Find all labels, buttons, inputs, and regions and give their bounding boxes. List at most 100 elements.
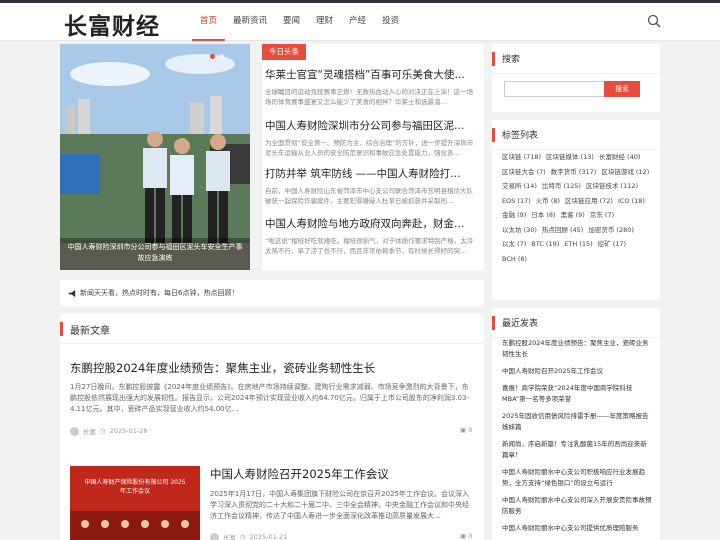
headline-item[interactable]: 中国人寿财险深圳市分公司参与福田区泥… 为全面贯彻“安全第一、预防为主、综合治理… [265,119,477,158]
tag-link[interactable]: 以太 (7) [502,239,526,250]
recent-post-link[interactable]: 中国人寿财险丽水中心支公司深入开展安责险事故预防服务 [502,495,652,517]
article-title[interactable]: 东鹏控股2024年度业绩预告：聚焦主业，瓷砖业务韧性生长 [70,360,375,376]
article-comments[interactable]: ▣ 0 [460,426,472,434]
heading-accent [60,322,63,336]
search-heading: 搜索 [492,44,660,74]
sidebar-recent: 最近发表 东鹏控股2024年度业绩预告：聚焦主业，瓷砖业务韧性生长中国人寿财险召… [492,308,660,540]
latest-articles: 最新文章 东鹏控股2024年度业绩预告：聚焦主业，瓷砖业务韧性生长 1月27日晚… [60,314,484,540]
slider-dot[interactable] [210,54,215,59]
heading-accent [492,316,495,330]
tag-link[interactable]: BCH (8) [502,254,527,265]
search-button[interactable]: 搜索 [604,81,640,97]
search-heading-text: 搜索 [502,55,521,65]
headline-desc: “啦这说”榴梿好吃就难吃，榴梿很损气，对于体质作要求特别严格，太冷太热不行，旱了… [265,237,474,255]
comment-icon: ▣ [460,426,467,434]
tag-link[interactable]: ETH (15) [564,239,592,250]
clock-icon: ◷ [240,533,246,540]
headline-title[interactable]: 华莱士官宣“灵魂搭档”百事可乐美食大使… [265,68,477,82]
recent-post-link[interactable]: 中国人寿财险丽水中心支公司提供优质理赔服务 [502,523,652,534]
headlines-panel: 今日头条 华莱士官宣“灵魂搭档”百事可乐美食大使… 全球瞩目的运动竞技赛事正燃！… [262,44,484,270]
headline-desc: 自前，中国人寿财险山东省菏泽市中心支公司联合菏泽市东明县稽侦大队破获一起保险诈骗… [265,187,473,205]
notice-bar: 新闻天天看，热点时时有，每日6点钟，热点回顾！ [60,280,484,306]
tag-link[interactable]: 区块链游戏 (12) [601,167,649,178]
nav-home[interactable]: 首页 [192,3,226,41]
search-icon[interactable] [647,14,661,28]
avatar [210,532,219,540]
article-desc: 2025年1月17日，中国人寿集团旗下财险公司在京召开2025年工作会议。会议深… [210,490,469,520]
tag-link[interactable]: ICO (18) [618,196,645,207]
recent-post-link[interactable]: 新闻尚，序启新篇！专注乳酸菌15年的吾尚迎来新篇章！ [502,439,652,461]
slider-dot[interactable] [219,54,224,59]
megaphone-icon [68,289,76,298]
headline-item[interactable]: 中国人寿财险与地方政府双向奔赴，财金… “啦这说”榴梿好吃就难吃，榴梿很损气，对… [265,217,477,256]
latest-heading: 最新文章 [60,314,484,344]
featured-slider[interactable]: 中国人寿财险深圳市分公司参与福田区泥头车安全生产事故应急演练 [60,44,250,270]
avatar [70,426,79,436]
tag-link[interactable]: 热点回顾 (45) [542,225,583,236]
recent-heading: 最近发表 [492,308,660,338]
tags-heading: 标签列表 [492,120,660,150]
tag-link[interactable]: 区块链 (718) [502,152,541,163]
tag-link[interactable]: 长富财经 (40) [599,152,640,163]
headline-title[interactable]: 中国人寿财险与地方政府双向奔赴，财金… [265,217,477,231]
thumbnail-caption: 中国人寿财产保险股份有限公司 2025年工作会议 [84,479,186,495]
headline-item[interactable]: 打防并举 筑牢防线 ——中国人寿财险打… 自前，中国人寿财险山东省菏泽市中心支公… [265,167,477,206]
site-header: 长富财经 首页 最新资讯 要闻 理财 产经 投资 [0,3,720,41]
headline-desc: 为全面贯彻“安全第一、预防为主、综合治理”的方针，进一步提升深圳市泥头车运输从业… [265,139,474,157]
headline-title[interactable]: 中国人寿财险深圳市分公司参与福田区泥… [265,119,477,133]
tags-heading-text: 标签列表 [502,131,539,141]
article-desc: 1月27日晚间，东鹏控股披露《2024年度业绩预告》。在房地产市场持续调整、建陶… [70,383,469,413]
sidebar-tags: 标签列表 区块链 (718) 区块链媒体 (13) 长富财经 (40) 区块链大会 (… [492,120,660,300]
nav-latest-news[interactable]: 最新资讯 [225,3,275,41]
article-comment-count: 0 [468,532,473,540]
tag-link[interactable]: 区块链技术 (112) [586,181,638,192]
headline-item[interactable]: 华莱士官宣“灵魂搭档”百事可乐美食大使… 全球瞩目的运动竞技赛事正燃！无数热血动… [265,68,477,107]
tag-link[interactable]: 黑客 (9) [561,210,585,221]
clock-icon: ◷ [100,427,106,435]
nav-top-news[interactable]: 要闻 [275,3,308,41]
nav-finance[interactable]: 理财 [308,3,341,41]
tag-link[interactable]: 金融 (9) [502,210,526,221]
nav-invest[interactable]: 投资 [374,3,407,41]
tag-link[interactable]: 日本 (8) [531,210,555,221]
recent-post-link[interactable]: 中国人寿财险召开2025年工作会议 [502,366,652,377]
tag-cloud: 区块链 (718) 区块链媒体 (13) 长富财经 (40) 区块链大会 (7) 数字货… [502,152,652,264]
search-input[interactable] [504,81,614,97]
slider-photo [60,44,250,270]
headline-desc: 全球瞩目的运动竞技赛事正燃！无数热血动人心的对决正在上演！这一场场的体育赛事盛宴… [265,88,473,106]
tag-link[interactable]: 火币 (8) [536,196,560,207]
recent-post-link[interactable]: 喜报！商学院荣获“2024年度中国商学院科技MBA”第一名等多项荣誉 [502,383,652,405]
article-meta: 长富 ◷ 2025-01-28 [70,426,147,436]
site-logo[interactable]: 长富财经 [64,7,160,41]
recent-post-link[interactable]: 东鹏控股2024年度业绩预告：聚焦主业，瓷砖业务韧性生长 [502,338,652,360]
recent-heading-text: 最近发表 [502,319,539,329]
tag-link[interactable]: 加密货币 (280) [588,225,634,236]
recent-list: 东鹏控股2024年度业绩预告：聚焦主业，瓷砖业务韧性生长中国人寿财险召开2025… [502,338,652,540]
article-comment-count: 0 [468,426,473,434]
article-author[interactable]: 长富 [83,426,96,436]
slider-caption[interactable]: 中国人寿财险深圳市分公司参与福田区泥头车安全生产事故应急演练 [60,238,250,270]
tag-link[interactable]: EOS (17) [502,196,531,207]
article-date: 2025-01-21 [249,533,288,540]
tag-link[interactable]: 交易所 (14) [502,181,537,192]
tag-link[interactable]: 比特币 (125) [542,181,581,192]
tag-link[interactable]: 区块链应用 (72) [565,196,613,207]
recent-post-link[interactable]: 2025年固收信用债风险排雷手册——年度策略报告姊妹篇 [502,411,652,433]
nav-industry[interactable]: 产经 [341,3,374,41]
heading-accent [492,52,495,66]
recent-post-link[interactable]: 中国人寿财险丽水中心支公司积极响应行业发展趋势，全方支持“绿色银口”的设立与运行 [502,467,652,489]
tag-link[interactable]: 数字货币 (317) [551,167,597,178]
article-author[interactable]: 长富 [223,532,236,540]
tag-link[interactable]: 京东 (7) [590,210,614,221]
tag-link[interactable]: 以太坊 (30) [502,225,537,236]
article-title[interactable]: 中国人寿财险召开2025年工作会议 [210,466,389,482]
article-comments[interactable]: ▣ 0 [460,532,472,540]
tag-link[interactable]: BTC (19) [531,239,559,250]
tag-link[interactable]: 区块链大会 (7) [502,167,546,178]
headline-title[interactable]: 打防并举 筑牢防线 ——中国人寿财险打… [265,167,477,181]
tag-link[interactable]: 挖矿 (17) [598,239,626,250]
tag-link[interactable]: 区块链媒体 (13) [546,152,594,163]
article-meta: 长富 ◷ 2025-01-21 [210,532,287,540]
slider-dots [210,54,224,59]
main-nav: 首页 最新资讯 要闻 理财 产经 投资 [192,3,407,41]
